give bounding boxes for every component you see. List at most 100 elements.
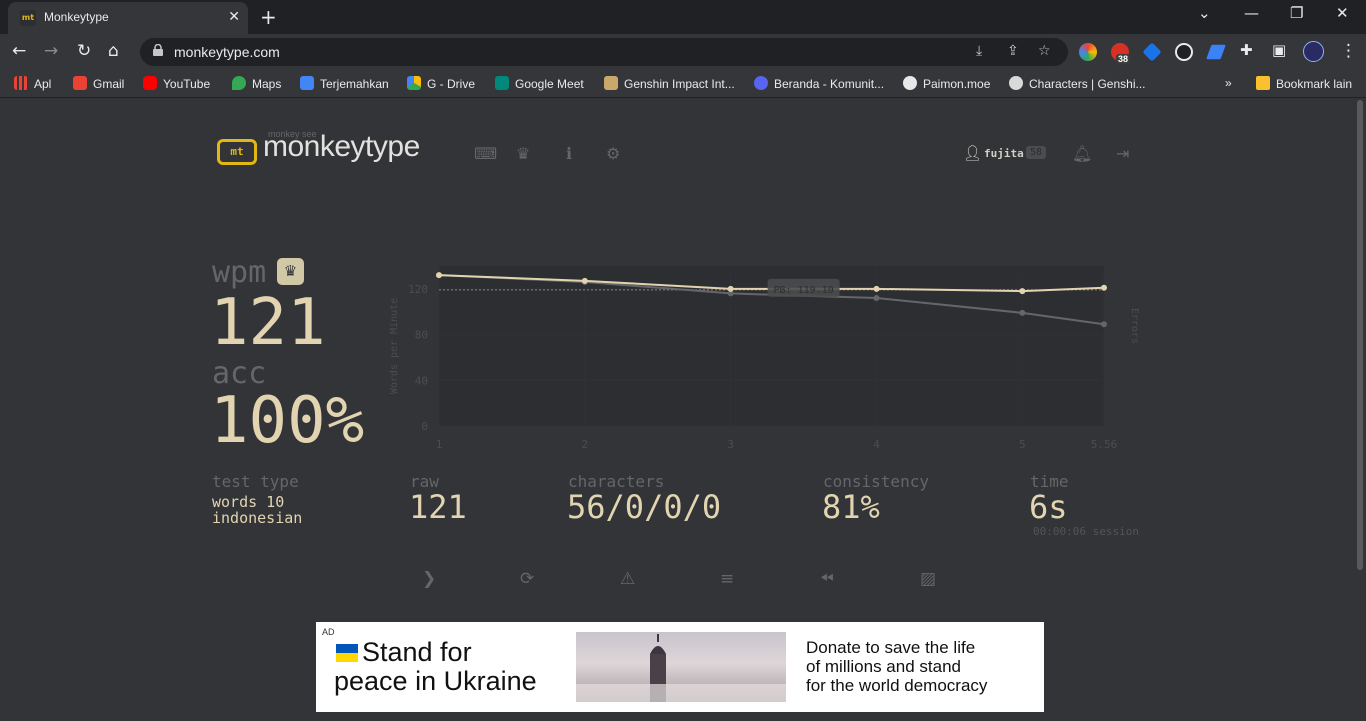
x-tick-label: 4 [873,438,880,451]
time-value: 6s [1029,488,1068,526]
word-history-icon[interactable]: ≡ [720,569,734,589]
address-bar[interactable]: monkeytype.com ⤓ ⇪ ☆ [140,38,1068,66]
wpm-label: wpm [212,255,267,290]
url-text: monkeytype.com [174,44,280,60]
browser-toolbar: ← → ↻ ⌂ monkeytype.com ⤓ ⇪ ☆ 38 ✚ ▣ ⋮ [0,34,1366,70]
logo-text[interactable]: monkeytype [263,130,420,164]
bookmark-star-icon[interactable]: ☆ [1038,43,1051,59]
bookmark-paimon[interactable]: Paimon.moe [903,76,990,91]
consistency-value: 81% [822,488,880,526]
bookmark-label: YouTube [163,77,211,91]
bookmark-label: Terjemahkan [320,77,389,91]
characters-value: 56/0/0/0 [567,488,722,526]
forward-icon[interactable]: → [44,41,58,61]
meet-icon [495,76,509,90]
share-icon[interactable]: ⇪ [1007,43,1019,59]
raw-value: 121 [409,488,467,526]
tab-title: Monkeytype [44,10,109,24]
info-icon[interactable]: ℹ [566,144,572,163]
bookmark-label: G - Drive [427,77,475,91]
minimize-icon[interactable]: — [1244,4,1259,22]
ad-headline: Stand for [362,637,472,667]
monkeytype-page: mt monkey see monkeytype ⌨ ♛ ℹ ⚙ 👤︎ fuji… [0,98,1366,721]
ukraine-flag-icon [336,644,358,662]
bookmark-label: Beranda - Komunit... [774,77,885,91]
home-icon[interactable]: ⌂ [108,41,119,61]
extensions-puzzle-icon[interactable]: ✚ [1240,41,1253,59]
restart-test-icon[interactable]: ⟳ [520,569,534,589]
ad-body: for the world democracy [806,676,988,695]
keyboard-icon[interactable]: ⌨ [474,144,497,163]
scrollbar[interactable] [1357,100,1363,570]
lock-icon[interactable] [153,44,163,56]
bookmark-drive[interactable]: G - Drive [407,76,475,91]
test-type-label: test type [212,472,299,491]
discord-icon [754,76,768,90]
data-point-raw [1101,321,1107,328]
more-bookmarks-icon[interactable]: » [1225,76,1232,90]
install-icon[interactable]: ⤓ [976,43,982,59]
test-language: indonesian [212,509,303,527]
username[interactable]: fujita [984,147,1024,160]
bookmark-apps[interactable]: Apl [14,76,51,91]
y-tick-label: 0 [421,420,428,433]
bookmark-discord[interactable]: Beranda - Komunit... [754,76,884,91]
bookmark-label: Paimon.moe [923,77,991,91]
extension-icon[interactable] [1142,42,1162,62]
close-window-icon[interactable]: ✕ [1336,4,1349,22]
gmail-icon [73,76,87,90]
bookmark-label: Google Meet [515,77,584,91]
close-tab-icon[interactable]: ✕ [228,9,240,25]
bookmark-genshin[interactable]: Genshin Impact Int... [604,76,735,91]
tab-search-icon[interactable]: ⌄ [1198,4,1211,22]
bookmark-maps[interactable]: Maps [232,76,281,91]
new-tab-icon[interactable]: + [260,5,277,29]
ad-banner[interactable]: AD Stand for peace in Ukraine Donate to … [316,622,1044,712]
ad-tag: AD [322,627,335,637]
user-icon[interactable]: 👤︎ [963,144,982,162]
extension-icon[interactable] [1206,44,1226,60]
data-point-wpm [1101,284,1107,291]
session-time: 00:00:06 session [1033,525,1139,538]
characters-icon [1009,76,1023,90]
screenshot-image-icon[interactable]: ▨ [920,569,936,589]
x-tick-label: 2 [582,438,589,451]
ad-body: of millions and stand [806,657,961,676]
browser-tab[interactable]: mt Monkeytype ✕ [8,2,248,34]
bookmark-youtube[interactable]: YouTube [143,76,210,91]
acc-value: 100% [210,384,365,458]
back-icon[interactable]: ← [12,41,26,61]
data-point-wpm [727,285,734,292]
bookmarks-bar: Apl Gmail YouTube Maps Terjemahkan G - D… [0,70,1366,98]
x-tick-label: 5 [1019,438,1026,451]
replay-rewind-icon[interactable]: ⏪︎ [820,569,834,589]
side-panel-icon[interactable]: ▣ [1272,41,1286,59]
extension-icon[interactable] [1175,43,1193,61]
report-warning-icon[interactable]: ⚠ [620,569,635,589]
reload-icon[interactable]: ↻ [77,41,91,61]
extension-icon[interactable] [1079,43,1097,61]
other-bookmarks[interactable]: Bookmark lain [1256,76,1352,91]
ad-headline: peace in Ukraine [334,666,537,696]
y-axis-label-right: Errors [1129,308,1140,344]
bookmark-meet[interactable]: Google Meet [495,76,584,91]
bookmark-translate[interactable]: Terjemahkan [300,76,389,91]
logo-keyboard-icon[interactable]: mt [217,139,257,165]
restore-icon[interactable]: ❐ [1290,4,1303,22]
wpm-chart[interactable]: 0 40 80 120 1 2 3 4 5 5.56 Words per Minute Errors P… [380,258,1160,458]
menu-kebab-icon[interactable]: ⋮ [1340,41,1357,61]
bell-icon[interactable]: 🔔︎ [1072,144,1092,163]
ad-image [576,632,786,702]
settings-gear-icon[interactable]: ⚙ [606,144,620,163]
next-test-icon[interactable]: ❯ [422,569,436,589]
profile-avatar[interactable] [1303,41,1324,62]
bookmark-characters[interactable]: Characters | Genshi... [1009,76,1146,91]
level-badge: 58 [1026,146,1047,159]
data-point-raw [873,295,880,301]
genshin-icon [604,76,618,90]
translate-icon [300,76,314,90]
logout-icon[interactable]: ⇥ [1116,144,1129,163]
crown-icon[interactable]: ♛ [516,144,530,163]
data-point-raw [1019,309,1026,316]
bookmark-gmail[interactable]: Gmail [73,76,124,91]
